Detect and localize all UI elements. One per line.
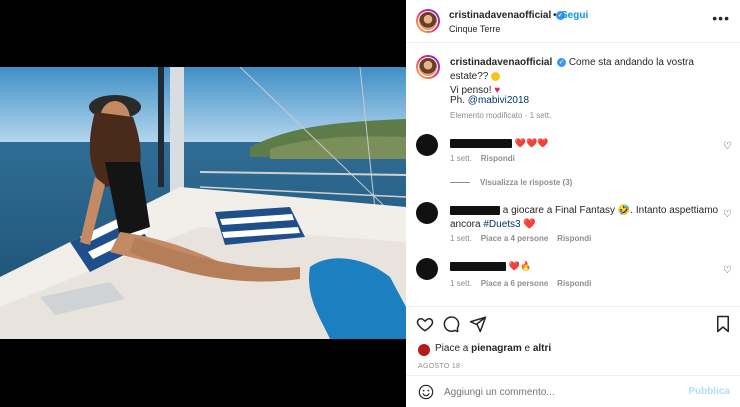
comment-1-body: ❤️❤️❤️ (450, 138, 548, 149)
comment-1-text: ❤️❤️❤️ (514, 138, 549, 148)
comment-avatar[interactable] (416, 202, 438, 224)
redacted-username[interactable] (450, 138, 512, 148)
post-photo[interactable] (0, 67, 406, 339)
like-comment-heart-icon[interactable]: ♡ (723, 141, 732, 152)
comment-2-time: 1 sett. (450, 234, 472, 243)
view-replies-button[interactable]: Visualizza le risposte (3) (480, 178, 572, 187)
like-comment-heart-icon[interactable]: ♡ (723, 209, 732, 220)
caption-username[interactable]: cristinadavenaofficial (450, 57, 552, 68)
comment-1-reply-button[interactable]: Rispondi (481, 154, 515, 163)
likes-prefix: Piace a (435, 343, 469, 354)
comment-2-heart: ❤️ (523, 219, 536, 230)
post-header: cristinadavenaofficial ✓ • Segui Cinque … (406, 0, 740, 43)
comment-3-time: 1 sett. (450, 279, 472, 288)
post-location[interactable]: Cinque Terre (449, 24, 500, 34)
likes-summary: Piace a pienagram e altri (435, 343, 551, 354)
comment-2-hashtag[interactable]: #Duets3 (483, 219, 520, 230)
comment-3-reply-button[interactable]: Rispondi (557, 279, 591, 288)
comment-3-body: ❤️🔥 (450, 261, 531, 272)
comment-2-reply-button[interactable]: Rispondi (557, 234, 591, 243)
redacted-username[interactable] (450, 261, 506, 271)
photo-credit: Ph. @mabivi2018 (450, 94, 730, 108)
post-media-pane (0, 0, 406, 407)
caption-author-avatar[interactable] (416, 55, 440, 79)
redacted-username[interactable] (450, 205, 500, 215)
comment-2-text: a giocare a Final Fantasy 🤣. Intanto asp… (502, 205, 719, 216)
add-comment-bar: Pubblica (406, 375, 740, 407)
comment-1-meta: 1 sett. Rispondi (450, 154, 515, 163)
follow-button[interactable]: Segui (561, 10, 588, 21)
verified-badge-icon: ✓ (557, 57, 567, 67)
comment-2-likes-count[interactable]: Piace a 4 persone (481, 234, 549, 243)
emoji-smiley-icon[interactable] (418, 384, 434, 400)
photo-credit-prefix: Ph. (450, 95, 466, 106)
publish-button[interactable]: Pubblica (688, 386, 730, 397)
caption-meta: Elemento modificato · 1 sett. (450, 111, 552, 120)
comment-avatar[interactable] (416, 134, 438, 156)
author-username[interactable]: cristinadavenaofficial (449, 10, 551, 21)
save-bookmark-icon[interactable] (714, 315, 732, 333)
likes-conj: e (524, 343, 531, 354)
comment-2-meta: 1 sett. Piace a 4 persone Rispondi (450, 234, 591, 243)
more-options-icon[interactable]: ••• (712, 10, 730, 26)
share-paper-plane-icon[interactable] (469, 315, 487, 333)
likes-user[interactable]: pienagram (471, 343, 522, 354)
header-separator: • (553, 10, 557, 21)
sun-emoji-icon (491, 71, 501, 81)
photo-credit-handle[interactable]: @mabivi2018 (468, 95, 529, 106)
comment-2-text-line2: ancora (450, 219, 481, 230)
author-name-row: cristinadavenaofficial ✓ (449, 10, 566, 21)
post-date: AGOSTO 18 (418, 363, 461, 370)
boat-photo-illustration (0, 67, 406, 339)
comments-section: cristinadavenaofficial ✓ Come sta andand… (406, 44, 740, 306)
like-comment-heart-icon[interactable]: ♡ (723, 265, 732, 276)
liker-avatar[interactable] (418, 344, 430, 356)
comment-3-text: ❤️🔥 (508, 261, 532, 271)
comment-avatar[interactable] (416, 258, 438, 280)
likes-others[interactable]: altri (533, 343, 551, 354)
author-avatar[interactable] (416, 9, 440, 33)
comment-1-time: 1 sett. (450, 154, 472, 163)
comment-3-likes-count[interactable]: Piace a 6 persone (481, 279, 549, 288)
comment-2-body: a giocare a Final Fantasy 🤣. Intanto asp… (450, 204, 730, 232)
like-heart-icon[interactable] (416, 315, 434, 333)
add-comment-input[interactable] (444, 384, 674, 400)
post-side-panel: cristinadavenaofficial ✓ • Segui Cinque … (406, 0, 740, 407)
comment-bubble-icon[interactable] (442, 315, 460, 333)
caption: cristinadavenaofficial ✓ Come sta andand… (450, 56, 730, 98)
replies-divider (450, 182, 470, 183)
post-actions: Piace a pienagram e altri AGOSTO 18 Pubb… (406, 306, 740, 407)
comment-3-meta: 1 sett. Piace a 6 persone Rispondi (450, 279, 591, 288)
